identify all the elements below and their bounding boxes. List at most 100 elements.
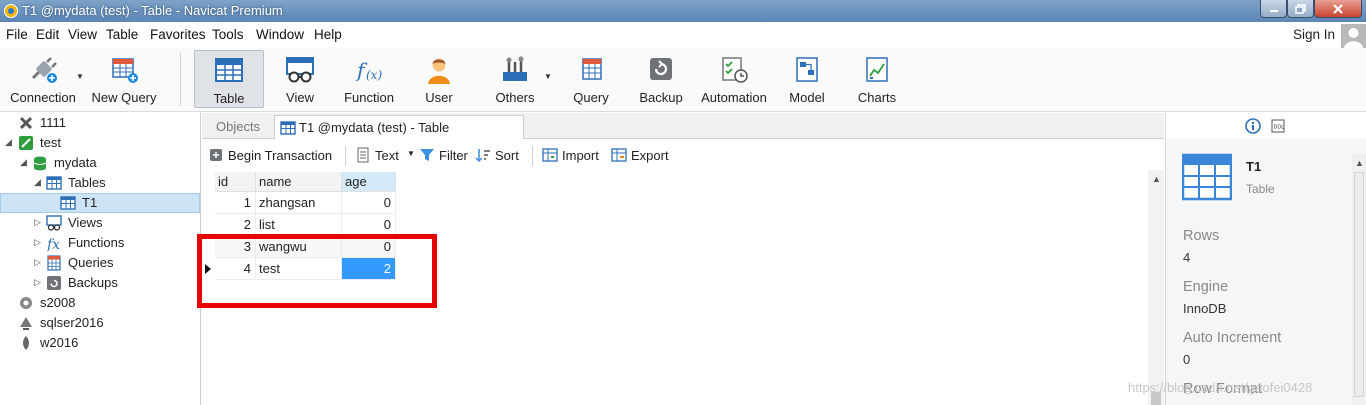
expand-icon[interactable]: ▷ <box>34 237 41 248</box>
watermark-text: https://blog.csdn.net/gaofei0428 <box>1128 380 1313 395</box>
tree-node-functions[interactable]: ▷ fx Functions <box>0 233 200 253</box>
prop-auto-increment-label: Auto Increment <box>1183 330 1282 346</box>
info-icon[interactable] <box>1245 118 1261 134</box>
menu-edit[interactable]: Edit <box>36 27 59 42</box>
expand-icon[interactable]: ▷ <box>34 217 41 228</box>
connection-plug-icon <box>31 57 57 83</box>
sort-button[interactable]: Sort <box>475 146 525 166</box>
tree-node-label: mydata <box>54 155 97 170</box>
tree-node-w2016[interactable]: w2016 <box>0 333 200 353</box>
grid-vertical-scrollbar[interactable]: ▲ <box>1148 170 1164 405</box>
connection-dropdown-icon[interactable]: ▼ <box>76 72 84 81</box>
text-button[interactable]: Text ▼ <box>355 146 415 166</box>
function-button[interactable]: f (x) Function <box>336 48 402 110</box>
view-label: View <box>286 90 314 105</box>
table-row[interactable]: 1 zhangsan 0 <box>202 192 397 214</box>
tree-node-mydata[interactable]: ◢ mydata <box>0 153 200 173</box>
begin-transaction-button[interactable]: Begin Transaction <box>208 146 338 166</box>
expand-icon[interactable]: ▷ <box>34 277 41 288</box>
text-dropdown-icon: ▼ <box>407 149 415 158</box>
minimize-button[interactable] <box>1260 0 1287 18</box>
others-tools-icon <box>503 56 527 81</box>
scrollbar-thumb[interactable] <box>1354 172 1364 397</box>
connection-button[interactable]: Connection <box>4 48 82 110</box>
tree-node-tables[interactable]: ◢ Tables <box>0 173 200 193</box>
import-button[interactable]: Import <box>542 146 606 166</box>
charts-label: Charts <box>857 90 897 105</box>
table-button[interactable]: Table <box>194 50 264 108</box>
cell-id[interactable]: 2 <box>215 214 256 236</box>
automation-button[interactable]: Automation <box>696 48 772 110</box>
model-button[interactable]: Model <box>776 48 838 110</box>
info-pane-scrollbar[interactable]: ▲ <box>1352 154 1366 405</box>
sign-in-link[interactable]: Sign In <box>1293 27 1335 42</box>
tree-node-test[interactable]: ◢ test <box>0 133 200 153</box>
others-button[interactable]: Others <box>484 48 546 110</box>
tree-node-label: Backups <box>68 275 118 290</box>
queries-icon <box>47 255 61 271</box>
model-icon <box>796 57 818 82</box>
scroll-up-icon[interactable]: ▲ <box>1355 158 1364 168</box>
filter-button[interactable]: Filter <box>419 146 471 166</box>
menu-tools[interactable]: Tools <box>212 27 244 42</box>
user-button[interactable]: User <box>408 48 470 110</box>
column-header-id[interactable]: id <box>215 172 256 192</box>
scroll-up-icon[interactable]: ▲ <box>1152 174 1161 184</box>
automation-label: Automation <box>701 90 767 105</box>
maximize-button[interactable] <box>1287 0 1314 18</box>
new-query-button[interactable]: New Query <box>88 48 160 110</box>
tree-node-label: sqlser2016 <box>40 315 104 330</box>
expand-icon[interactable]: ▷ <box>34 257 41 268</box>
tree-node-views[interactable]: ▷ Views <box>0 213 200 233</box>
backups-icon <box>47 276 61 290</box>
collapse-icon[interactable]: ◢ <box>20 157 27 168</box>
table-row[interactable]: 2 list 0 <box>202 214 397 236</box>
cell-age[interactable]: 0 <box>342 214 396 236</box>
others-dropdown-icon[interactable]: ▼ <box>544 72 552 81</box>
sqlserver-connection-icon <box>20 317 32 330</box>
collapse-icon[interactable]: ◢ <box>5 137 12 148</box>
export-button[interactable]: Export <box>611 146 675 166</box>
cell-id[interactable]: 1 <box>215 192 256 214</box>
tab-objects[interactable]: Objects <box>206 115 272 139</box>
column-header-age[interactable]: age <box>342 172 396 192</box>
svg-text:DDL: DDL <box>1274 125 1285 131</box>
query-button[interactable]: Query <box>560 48 622 110</box>
query-label: Query <box>573 90 609 105</box>
charts-button[interactable]: Charts <box>846 48 908 110</box>
menu-file[interactable]: File <box>6 27 28 42</box>
cell-name[interactable]: zhangsan <box>256 192 342 214</box>
close-button[interactable] <box>1314 0 1362 18</box>
tab-t1-table[interactable]: T1 @mydata (test) - Table <box>274 115 524 139</box>
tree-node-backups[interactable]: ▷ Backups <box>0 273 200 293</box>
table-grid-icon <box>215 58 243 82</box>
menu-view[interactable]: View <box>68 27 97 42</box>
user-label: User <box>425 90 453 105</box>
column-header-name[interactable]: name <box>256 172 342 192</box>
title-bar: T1 @mydata (test) - Table - Navicat Prem… <box>0 0 1366 22</box>
prop-auto-increment-value: 0 <box>1183 352 1191 367</box>
menu-favorites[interactable]: Favorites <box>150 27 206 42</box>
collapse-icon[interactable]: ◢ <box>34 177 41 188</box>
tree-node-s2008[interactable]: s2008 <box>0 293 200 313</box>
object-info-pane: DDL T1 Table Rows 4 Engine InnoDB Auto I… <box>1165 113 1366 405</box>
tree-node-queries[interactable]: ▷ Queries <box>0 253 200 273</box>
tree-node-label: T1 <box>82 195 98 210</box>
menu-window[interactable]: Window <box>256 27 304 42</box>
navigation-tree: 1111 ◢ test ◢ mydata ◢ Tables T1 ▷ Views… <box>0 113 201 405</box>
new-query-label: New Query <box>91 90 157 105</box>
object-type: Table <box>1246 182 1275 196</box>
text-document-icon <box>357 147 369 163</box>
tree-node-t1[interactable]: T1 <box>0 193 200 213</box>
ddl-icon[interactable]: DDL <box>1270 118 1286 134</box>
avatar[interactable] <box>1341 24 1366 48</box>
cell-age[interactable]: 0 <box>342 192 396 214</box>
tree-node-sqlser2016[interactable]: sqlser2016 <box>0 313 200 333</box>
menu-help[interactable]: Help <box>314 27 342 42</box>
view-button[interactable]: View <box>268 48 332 110</box>
cell-name[interactable]: list <box>256 214 342 236</box>
backup-button[interactable]: Backup <box>630 48 692 110</box>
tree-node-1111[interactable]: 1111 <box>0 113 200 133</box>
mongodb-connection-icon <box>23 336 29 350</box>
menu-table[interactable]: Table <box>106 27 138 42</box>
